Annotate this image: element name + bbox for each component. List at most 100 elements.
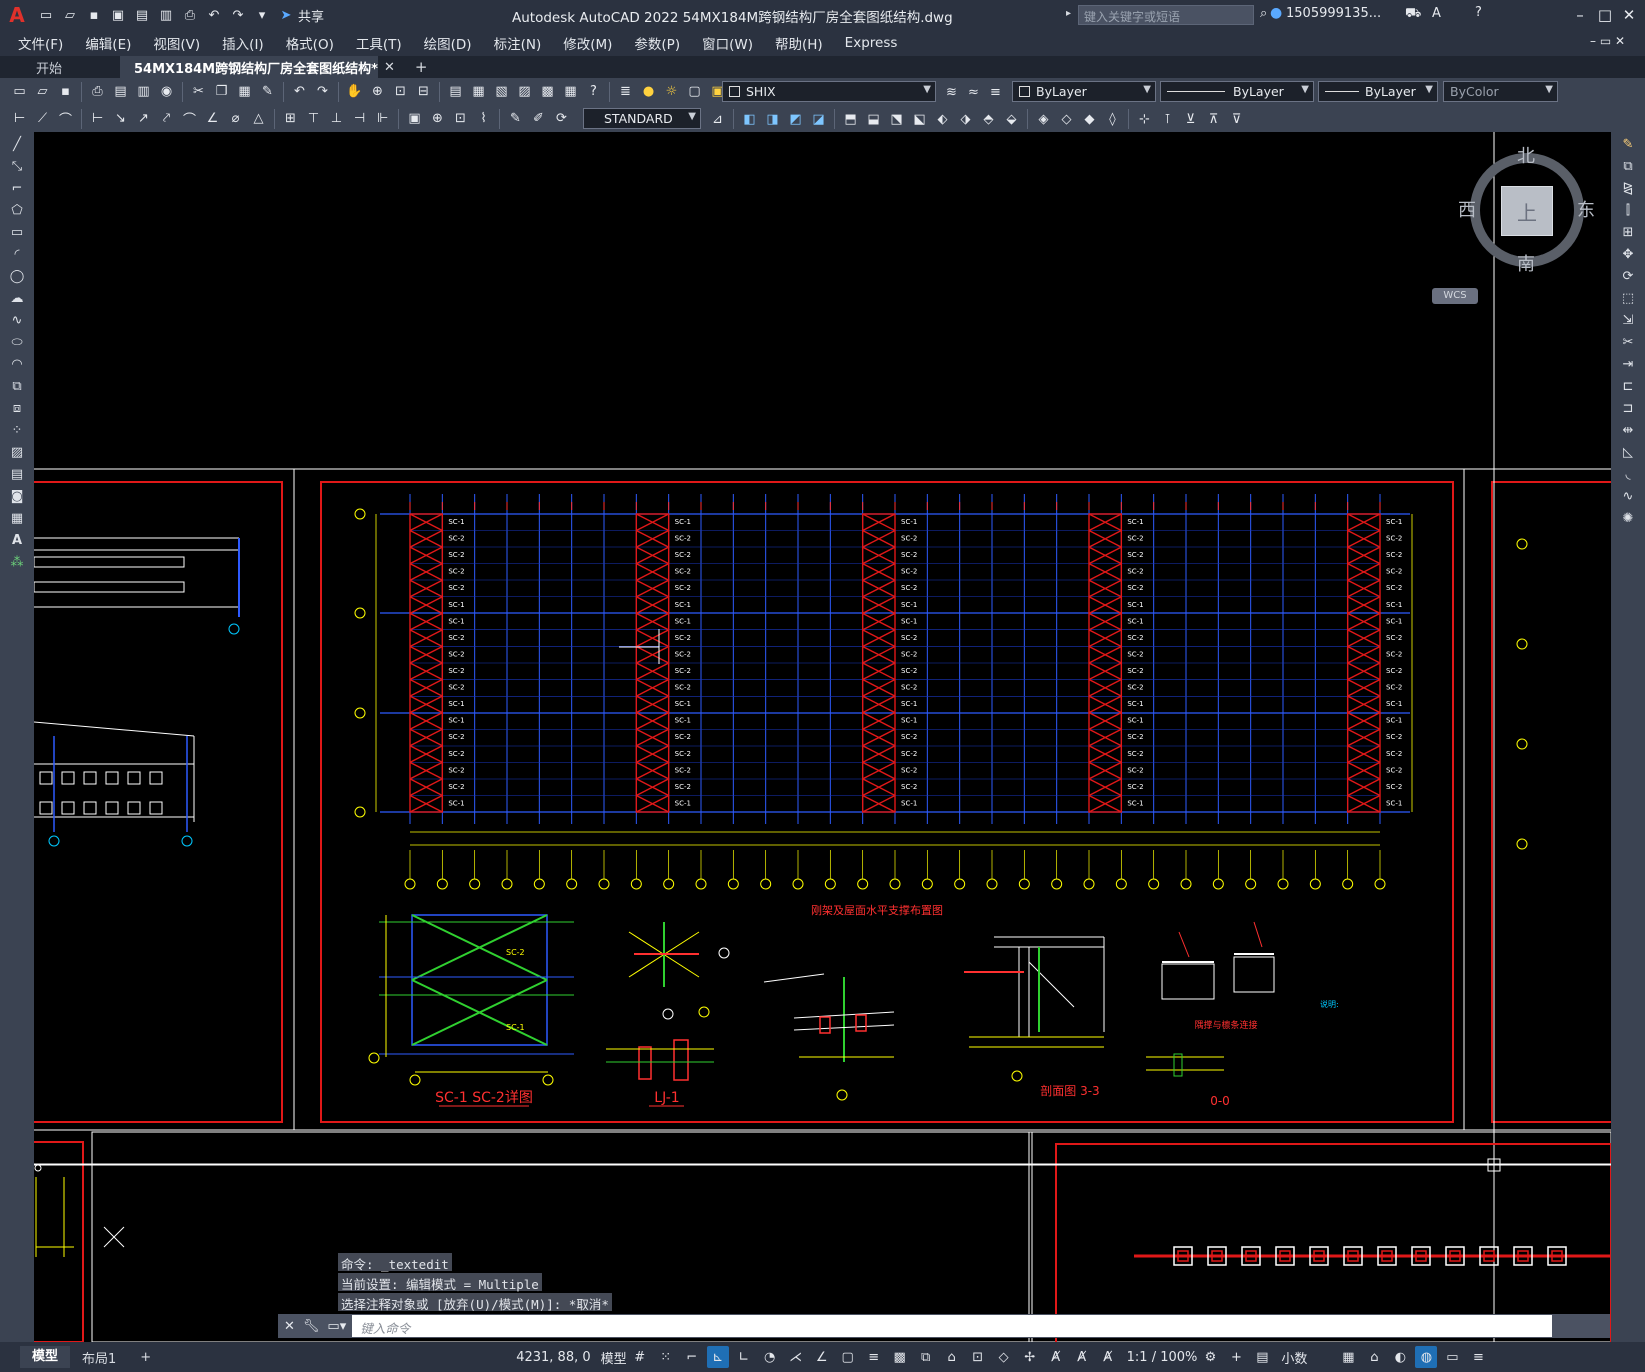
- undo-icon[interactable]: ↶: [203, 4, 225, 26]
- tab-layout1[interactable]: 布局1: [70, 1348, 128, 1367]
- break-icon[interactable]: ⊐: [1617, 398, 1639, 418]
- menu-tools[interactable]: 工具(T): [345, 33, 413, 53]
- layer-previous-icon[interactable]: ≈: [963, 82, 984, 103]
- annotation-monitor-icon[interactable]: +: [1225, 1346, 1247, 1368]
- sun-icon[interactable]: ☼: [661, 81, 682, 102]
- transparency-icon[interactable]: ▩: [889, 1346, 911, 1368]
- color-dropdown[interactable]: ByLayer ▼: [1012, 81, 1156, 102]
- cylinder-icon[interactable]: ◨: [762, 109, 783, 130]
- viewport-icon[interactable]: ▢: [684, 81, 705, 102]
- thicken-icon[interactable]: ◆: [1079, 109, 1100, 130]
- object-tracking-icon[interactable]: ∠: [811, 1346, 833, 1368]
- command-close-icon[interactable]: ✕: [284, 1319, 295, 1334]
- menu-modify[interactable]: 修改(M): [552, 33, 623, 53]
- plot-icon[interactable]: ⎙: [179, 4, 201, 26]
- ucs-icon[interactable]: ⊹: [1134, 109, 1155, 130]
- properties-icon[interactable]: ▤: [445, 81, 466, 102]
- doc-window-controls[interactable]: – ▭ ✕: [1590, 34, 1625, 48]
- move-icon[interactable]: ✥: [1617, 244, 1639, 264]
- sweep-icon[interactable]: ⬔: [886, 109, 907, 130]
- graphics-performance-icon[interactable]: ◍: [1415, 1346, 1438, 1368]
- close-button[interactable]: ✕: [1614, 3, 1644, 27]
- save-web-icon[interactable]: ▥: [155, 4, 177, 26]
- user-icon[interactable]: ●: [1270, 5, 1282, 21]
- rectangle-icon[interactable]: ▭: [6, 222, 28, 242]
- plot-icon[interactable]: ⎙: [87, 81, 108, 102]
- cone-icon[interactable]: ◩: [785, 109, 806, 130]
- circle-icon[interactable]: ◯: [6, 266, 28, 286]
- markup-icon[interactable]: ▩: [537, 81, 558, 102]
- autocad-logo-icon[interactable]: A: [0, 0, 34, 30]
- tab-start[interactable]: 开始: [0, 56, 120, 78]
- calculator-icon[interactable]: ▦: [560, 81, 581, 102]
- menu-help[interactable]: 帮助(H): [764, 33, 834, 53]
- loft-icon[interactable]: ⬕: [909, 109, 930, 130]
- copy-object-icon[interactable]: ⧉: [1617, 156, 1639, 176]
- polygon-icon[interactable]: ⬠: [6, 200, 28, 220]
- erase-icon[interactable]: ✎: [1617, 134, 1639, 154]
- union-icon[interactable]: ⬗: [955, 109, 976, 130]
- redo-icon[interactable]: ↷: [312, 81, 333, 102]
- grid-icon[interactable]: #: [629, 1346, 651, 1368]
- help-icon[interactable]: ?: [1475, 5, 1482, 20]
- save-icon[interactable]: ▪: [83, 4, 105, 26]
- compass-east[interactable]: 东: [1577, 196, 1595, 222]
- menu-express[interactable]: Express: [834, 35, 909, 51]
- section-icon[interactable]: ◇: [1056, 109, 1077, 130]
- coordinates-readout[interactable]: 4231, 88, 0: [516, 1350, 590, 1365]
- menu-view[interactable]: 视图(V): [142, 33, 211, 53]
- design-center-icon[interactable]: ▦: [468, 81, 489, 102]
- 3d-osnap-icon[interactable]: ⌂: [941, 1346, 963, 1368]
- add-layout-button[interactable]: +: [128, 1350, 163, 1365]
- layer-dropdown[interactable]: SHIX ▼: [722, 81, 936, 102]
- quick-properties-icon[interactable]: ▦: [1337, 1346, 1359, 1368]
- menu-draw[interactable]: 绘图(D): [413, 33, 483, 53]
- intersect-icon[interactable]: ⬙: [1001, 109, 1022, 130]
- stretch-icon[interactable]: ⇲: [1617, 310, 1639, 330]
- snap-icon[interactable]: ⁙: [655, 1346, 677, 1368]
- dim-baseline-icon[interactable]: ⊤: [303, 108, 324, 129]
- quick-dim-icon[interactable]: ⊞: [280, 108, 301, 129]
- lineweight-icon[interactable]: ≡: [863, 1346, 885, 1368]
- viewcube[interactable]: 北 南 西 东 上: [1458, 146, 1595, 275]
- menu-window[interactable]: 窗口(W): [691, 33, 764, 53]
- linetype-dropdown[interactable]: ByLayer ▼: [1160, 81, 1314, 102]
- search-icon[interactable]: ⌕: [1260, 6, 1267, 21]
- annotation-scale-value[interactable]: 1:1 / 100%: [1127, 1350, 1198, 1365]
- copy-icon[interactable]: ❐: [211, 81, 232, 102]
- spline-icon[interactable]: ∿: [6, 310, 28, 330]
- tab-active-drawing[interactable]: 54MX184M跨钢结构厂房全套图纸结构*: [120, 56, 378, 78]
- make-block-icon[interactable]: ⧈: [6, 398, 28, 418]
- share-button[interactable]: 共享: [298, 6, 324, 25]
- region-icon[interactable]: ◙: [6, 486, 28, 506]
- dim-diameter-icon[interactable]: ⌀: [225, 108, 246, 129]
- 3d-print-icon[interactable]: ◉: [156, 81, 177, 102]
- arc-icon[interactable]: ◜: [6, 244, 28, 264]
- publish-icon[interactable]: ▥: [133, 81, 154, 102]
- menu-insert[interactable]: 插入(I): [211, 33, 275, 53]
- command-customize-icon[interactable]: 🔧︎: [303, 1319, 320, 1334]
- search-input[interactable]: 键入关键字或短语: [1078, 5, 1254, 25]
- point-icon[interactable]: ⁘: [6, 420, 28, 440]
- dim-ordinate-icon[interactable]: ↘: [110, 108, 131, 129]
- revolve-icon[interactable]: ⬓: [863, 109, 884, 130]
- match-prop-icon[interactable]: ✎: [257, 81, 278, 102]
- subtract-icon[interactable]: ⬘: [978, 109, 999, 130]
- menu-file[interactable]: 文件(F): [7, 33, 74, 53]
- annotation-scale-icon[interactable]: Ⱥ: [1097, 1346, 1119, 1368]
- new-file-icon[interactable]: ▭: [35, 4, 57, 26]
- sphere-icon[interactable]: ◪: [808, 109, 829, 130]
- cart-icon[interactable]: ⛟: [1405, 6, 1421, 23]
- plot-style-dropdown[interactable]: ByColor ▼: [1443, 81, 1558, 102]
- dim-horizontal-icon[interactable]: ⊢: [87, 108, 108, 129]
- selection-cycling-icon[interactable]: ⧉: [915, 1346, 937, 1368]
- polar-icon[interactable]: ◔: [759, 1346, 781, 1368]
- inspect-icon[interactable]: ⊡: [450, 108, 471, 129]
- tool-palettes-icon[interactable]: ▧: [491, 81, 512, 102]
- isodraft-icon[interactable]: ⋌: [785, 1346, 807, 1368]
- revision-cloud-icon[interactable]: ☁: [6, 288, 28, 308]
- ellipse-arc-icon[interactable]: ◠: [6, 354, 28, 374]
- tolerance-icon[interactable]: ▣: [404, 108, 425, 129]
- blend-icon[interactable]: ∿: [1617, 486, 1639, 506]
- extrude-icon[interactable]: ⬒: [840, 109, 861, 130]
